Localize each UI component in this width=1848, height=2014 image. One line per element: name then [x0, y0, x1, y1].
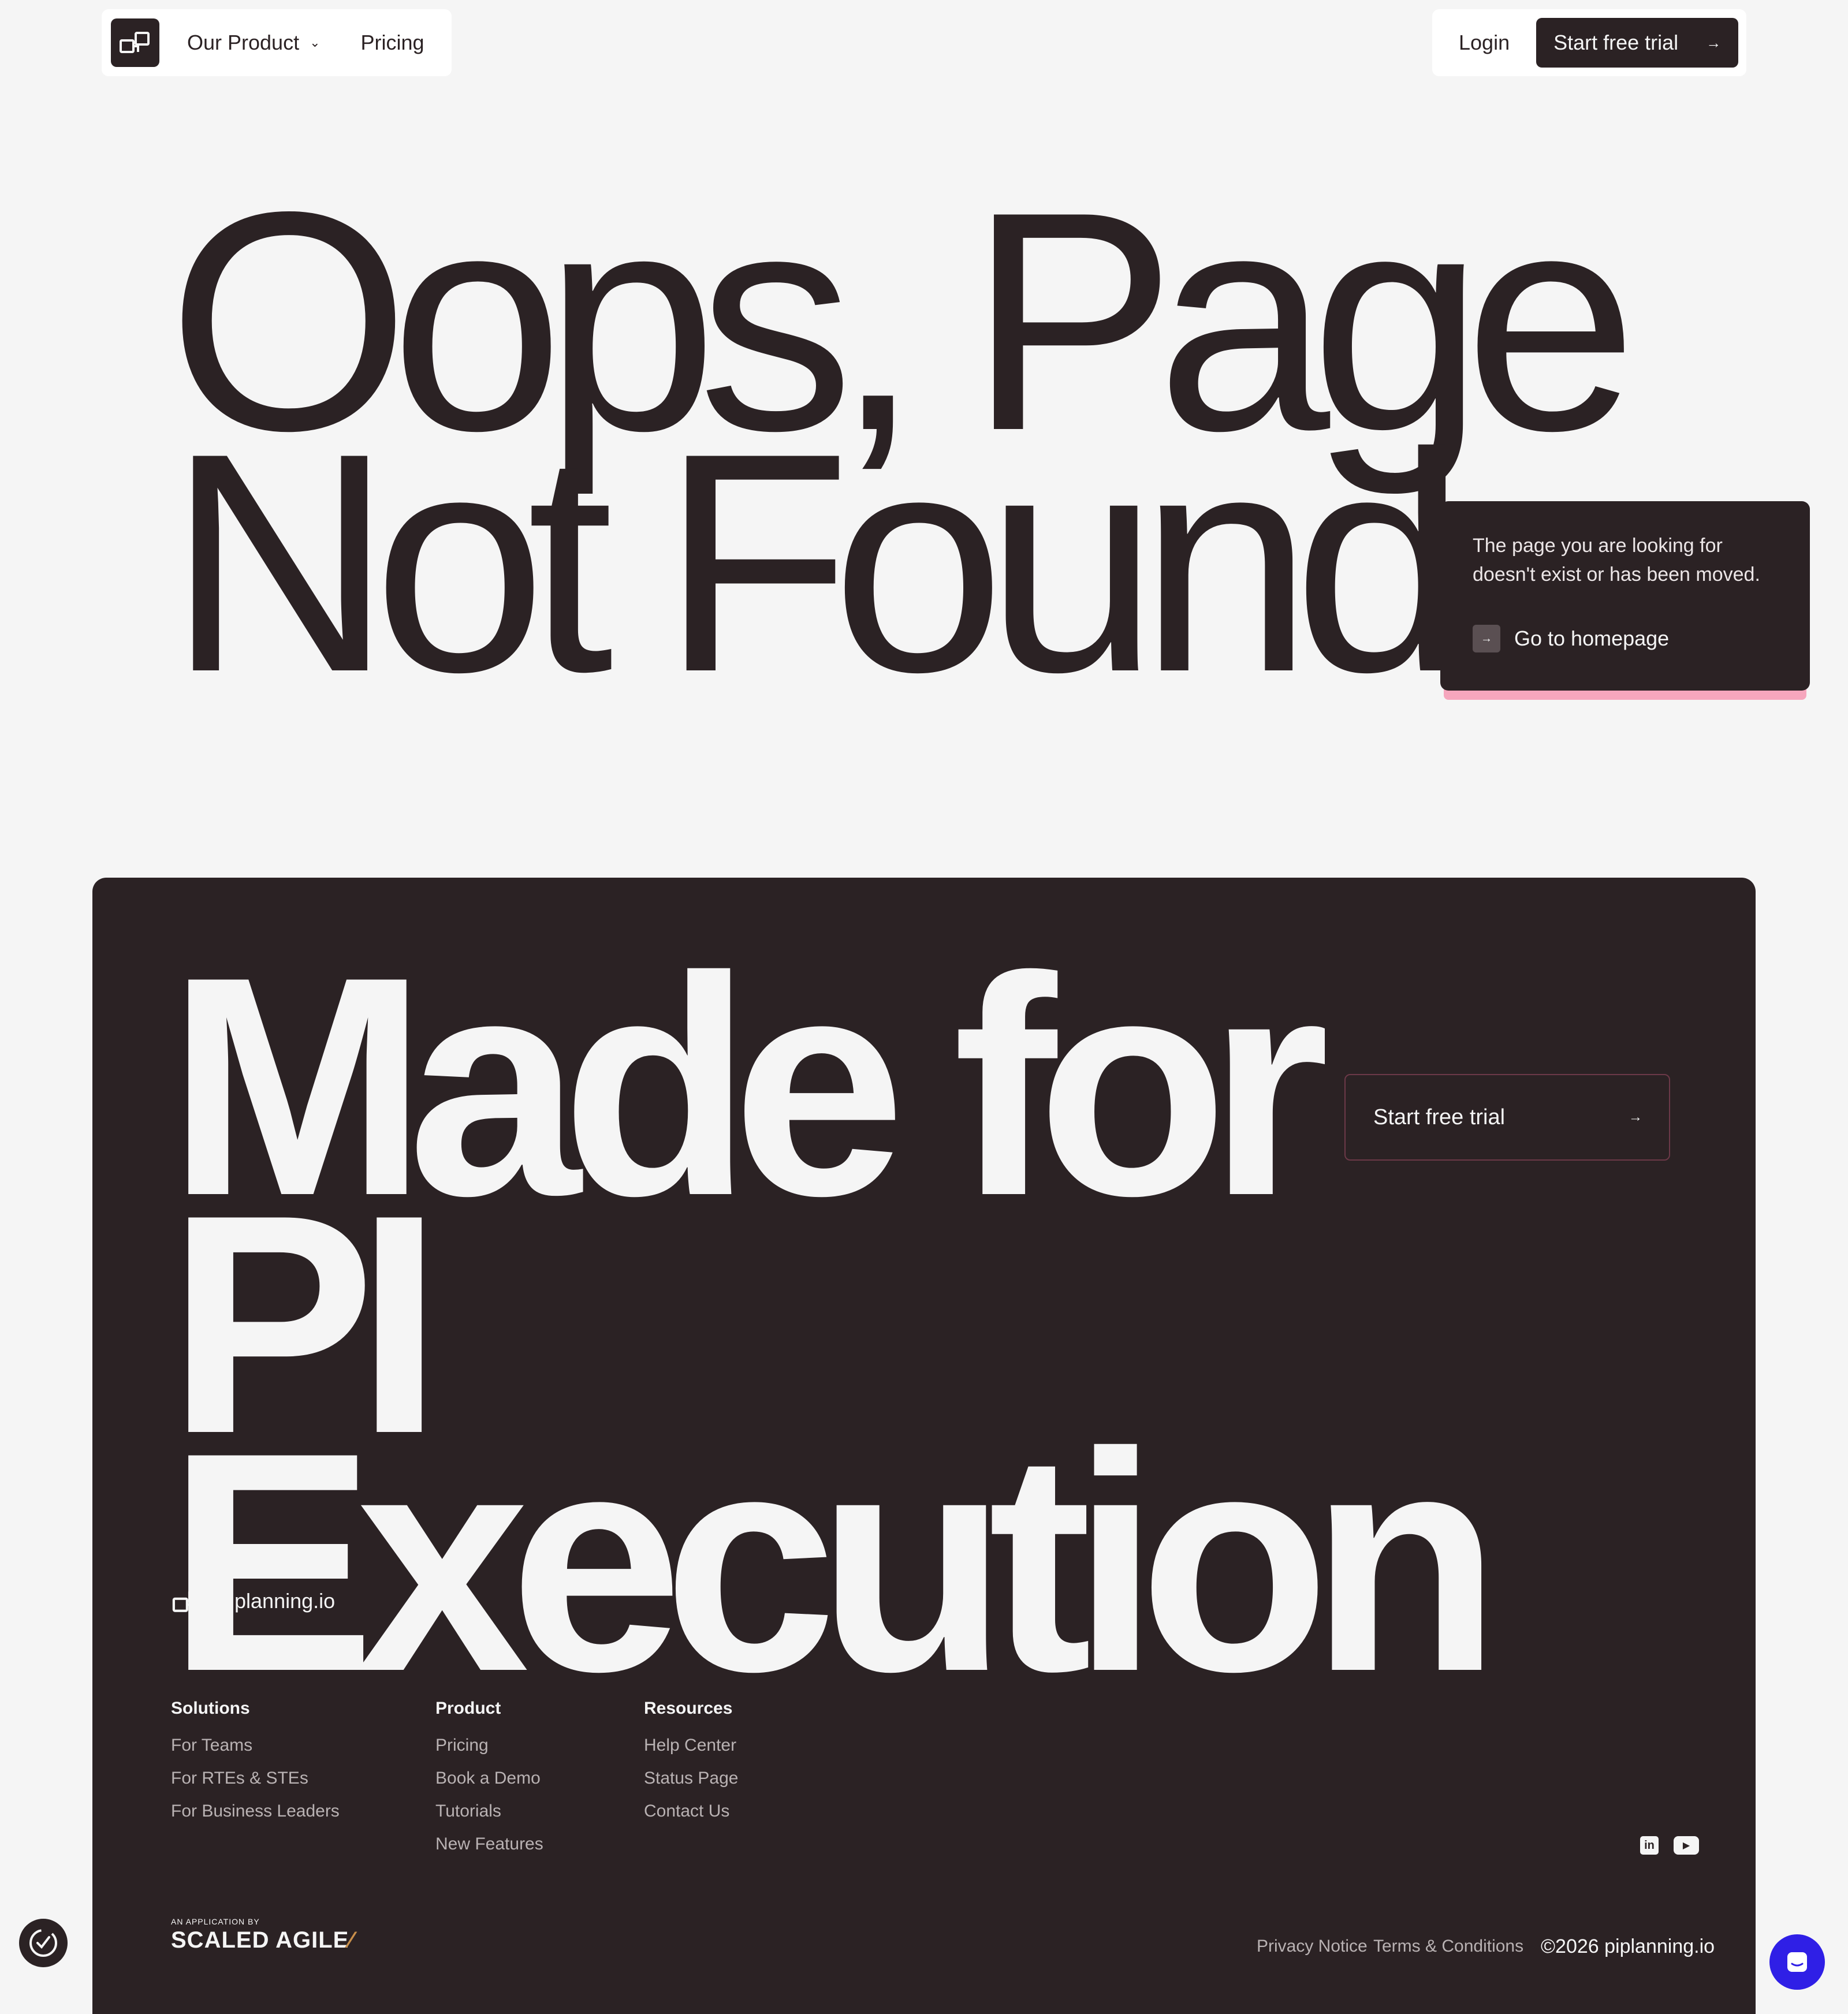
footer-link[interactable]: For Teams [171, 1729, 340, 1762]
footer-column-resources: Resources Help Center Status Page Contac… [644, 1699, 738, 1827]
terms-conditions-link[interactable]: Terms & Conditions [1373, 1937, 1523, 1956]
footer-start-trial-button[interactable]: Start free trial → [1344, 1074, 1670, 1161]
footer-column-solutions: Solutions For Teams For RTEs & STEs For … [171, 1699, 340, 1827]
logo-icon[interactable] [111, 18, 159, 67]
copyright: ©2026 piplanning.io [1541, 1935, 1715, 1957]
nav-our-product-label: Our Product [187, 31, 300, 54]
linkedin-icon[interactable]: in [1640, 1836, 1659, 1855]
arrow-right-icon: → [1706, 33, 1722, 51]
scaled-agile-logo[interactable]: AN APPLICATION BY SCALED AGILE⁄ [171, 1917, 353, 1953]
chat-icon[interactable] [1769, 1934, 1825, 1990]
footer-brand[interactable]: piplanning.io [171, 1588, 335, 1614]
brand-name: piplanning.io [218, 1589, 336, 1613]
footer-link[interactable]: Book a Demo [435, 1762, 543, 1795]
cookie-settings-icon[interactable] [17, 1917, 69, 1969]
arrow-right-icon: → [1473, 625, 1500, 652]
footer-link[interactable]: Contact Us [644, 1795, 738, 1827]
footer-column-product: Product Pricing Book a Demo Tutorials Ne… [435, 1699, 543, 1860]
go-to-homepage-label: Go to homepage [1514, 626, 1670, 650]
footer-link[interactable]: New Features [435, 1827, 543, 1860]
chevron-down-icon: ⌄ [310, 35, 321, 50]
column-heading: Product [435, 1699, 501, 1718]
column-heading: Resources [644, 1699, 733, 1718]
nav-our-product[interactable]: Our Product ⌄ [187, 31, 321, 55]
nav-pricing[interactable]: Pricing [361, 31, 424, 55]
application-by-label: AN APPLICATION BY [171, 1917, 260, 1926]
privacy-notice-link[interactable]: Privacy Notice [1257, 1937, 1368, 1956]
not-found-card: The page you are looking for doesn't exi… [1440, 501, 1810, 691]
start-trial-label: Start free trial [1553, 31, 1679, 54]
footer-link[interactable]: Pricing [435, 1729, 543, 1762]
footer: Made for PI Execution Start free trial →… [92, 878, 1756, 2014]
column-heading: Solutions [171, 1699, 250, 1718]
footer-link[interactable]: For Business Leaders [171, 1795, 340, 1827]
header-nav-right: Login Start free trial → [1432, 9, 1746, 76]
login-link[interactable]: Login [1459, 31, 1510, 55]
arrow-right-icon: → [1629, 1109, 1642, 1125]
header-nav-left: Our Product ⌄ Pricing [102, 9, 452, 76]
go-to-homepage-link[interactable]: → Go to homepage [1473, 625, 1778, 652]
piplanning-logo-icon [172, 1590, 204, 1612]
footer-link[interactable]: Status Page [644, 1762, 738, 1795]
youtube-icon[interactable]: ▶ [1674, 1836, 1699, 1855]
scaled-agile-mark-icon: ⁄ [349, 1927, 353, 1953]
footer-start-trial-label: Start free trial [1373, 1105, 1506, 1129]
footer-link[interactable]: Help Center [644, 1729, 738, 1762]
not-found-message: The page you are looking for doesn't exi… [1473, 535, 1760, 585]
footer-link[interactable]: Tutorials [435, 1795, 543, 1827]
footer-link[interactable]: For RTEs & STEs [171, 1762, 340, 1795]
start-trial-button[interactable]: Start free trial → [1536, 18, 1739, 68]
scaled-agile-name: SCALED AGILE⁄ [171, 1927, 353, 1953]
page-title: Oops, Page Not Found [167, 147, 1638, 737]
